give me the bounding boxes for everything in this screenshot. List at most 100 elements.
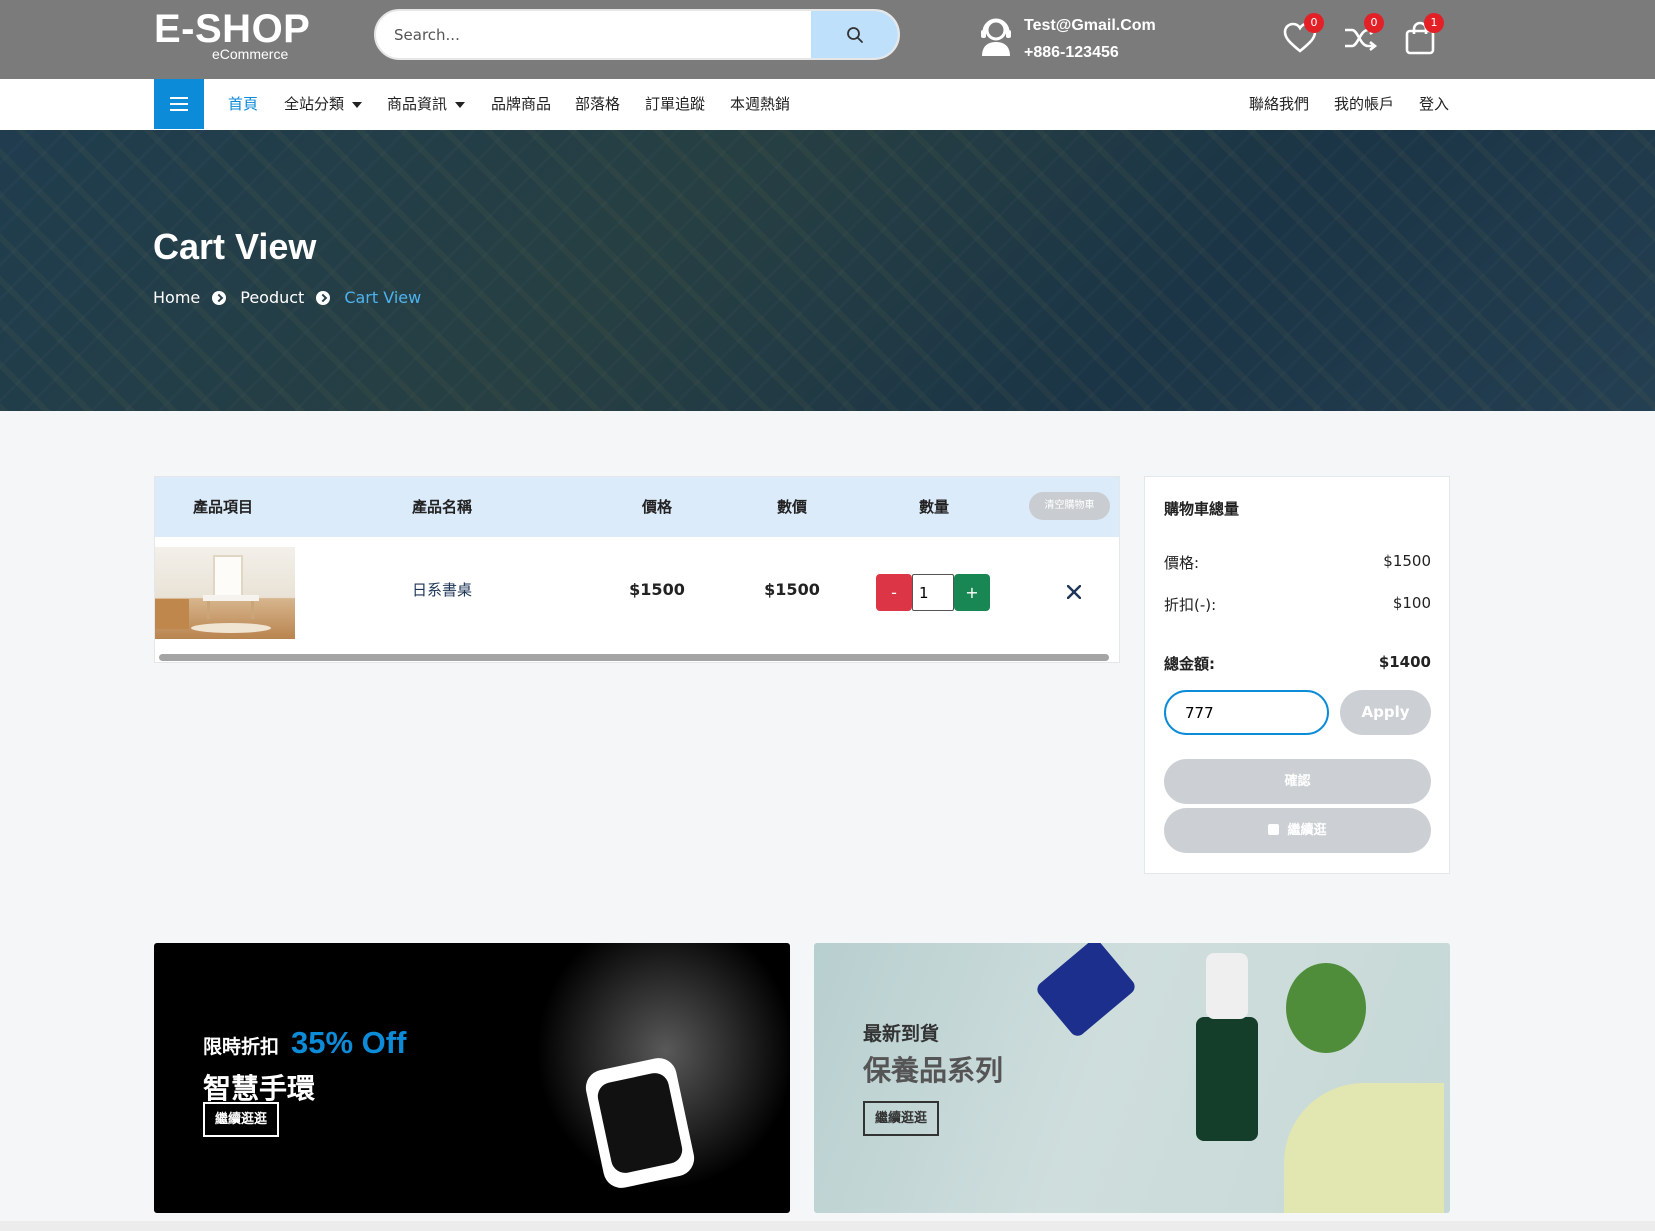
horizontal-scrollbar[interactable]: [159, 654, 1109, 661]
nav-weekly-bestsellers[interactable]: 本週熱銷: [730, 79, 790, 129]
chevron-down-icon: [455, 101, 466, 108]
breadcrumb-home[interactable]: Home: [153, 288, 200, 307]
summary-discount-label: 折扣(-):: [1164, 596, 1217, 614]
continue-shopping-button[interactable]: 繼續逛: [1164, 808, 1431, 853]
chevron-right-circle-icon: [316, 290, 331, 305]
cart-count-badge: 1: [1424, 13, 1444, 33]
breadcrumb-current: Cart View: [344, 288, 422, 307]
product-subtotal: $1500: [764, 580, 820, 599]
dropper-cap-image: [1206, 953, 1248, 1019]
nav-home[interactable]: 首頁: [228, 79, 258, 129]
hamburger-icon-line: [170, 109, 188, 111]
banner-shop-button[interactable]: 繼續逛逛: [203, 1102, 280, 1137]
banner-title: 智慧手環: [203, 1072, 316, 1105]
cart-summary: 購物車總量 價格: $1500 折扣(-): $100 總金額: $1400 A…: [1144, 476, 1450, 874]
blue-bottle-image: [1034, 943, 1138, 1039]
nav-contact-us[interactable]: 聯絡我們: [1249, 79, 1309, 129]
column-header: 數價: [776, 498, 808, 516]
search-bar: [374, 9, 900, 60]
hamburger-icon-line: [170, 97, 188, 99]
contact-text: Test@Gmail.Com +886-123456: [1024, 12, 1156, 66]
page-hero-banner: Cart View Home Peoduct Cart View: [0, 130, 1655, 411]
breadcrumb-product[interactable]: Peoduct: [240, 288, 304, 307]
chevron-right-circle-icon: [212, 290, 227, 305]
nav-blog[interactable]: 部落格: [575, 79, 620, 129]
quantity-decrease-button[interactable]: -: [876, 574, 912, 611]
wishlist-button[interactable]: 0: [1282, 13, 1324, 56]
headset-icon: [981, 18, 1011, 56]
breadcrumb: Home Peoduct Cart View: [153, 288, 421, 307]
top-header: E-SHOP eCommerce Test@Gmail.Com +886-123…: [0, 0, 1655, 79]
nav-order-tracking[interactable]: 訂單追蹤: [645, 79, 705, 129]
nav-login[interactable]: 登入: [1419, 79, 1449, 129]
summary-price-label: 價格:: [1164, 554, 1200, 572]
banner-shop-button[interactable]: 繼續逛逛: [863, 1101, 940, 1136]
search-input[interactable]: [376, 11, 816, 58]
logo-text: E-SHOP: [154, 7, 311, 51]
close-icon: [1067, 585, 1081, 599]
summary-price-value: $1500: [1383, 552, 1431, 570]
search-button[interactable]: [811, 11, 898, 58]
summary-discount-value: $100: [1392, 594, 1431, 612]
contact-email[interactable]: Test@Gmail.Com: [1024, 12, 1156, 39]
wishlist-count-badge: 0: [1304, 13, 1324, 33]
chevron-down-icon: [352, 101, 363, 108]
banner-discount: 35% Off: [291, 1025, 407, 1060]
menu-toggle-button[interactable]: [154, 79, 204, 129]
quantity-input[interactable]: [912, 574, 954, 611]
nav-product-info-label: 商品資訊: [387, 95, 448, 113]
contact-phone[interactable]: +886-123456: [1024, 39, 1156, 66]
nav-brands[interactable]: 品牌商品: [491, 79, 551, 129]
mint-leaves-image: [1286, 963, 1366, 1053]
logo-subtitle: eCommerce: [212, 46, 289, 62]
apply-coupon-button[interactable]: Apply: [1340, 690, 1431, 735]
summary-total-label: 總金額:: [1164, 655, 1215, 673]
banner-subtitle: 最新到貨: [863, 1023, 940, 1045]
cart-table-header: 產品項目 產品名稱 價格 數價 數量 清空購物車: [155, 477, 1119, 537]
compare-button[interactable]: 0: [1342, 13, 1384, 56]
cart-button[interactable]: 1: [1402, 13, 1444, 56]
product-name-link[interactable]: 日系書桌: [412, 537, 472, 643]
hero-overlay: [0, 130, 1655, 411]
product-image[interactable]: [155, 547, 295, 639]
clear-cart-button[interactable]: 清空購物車: [1029, 492, 1110, 520]
image-detail: [207, 601, 210, 619]
confirm-button[interactable]: 確認: [1164, 759, 1431, 804]
banner-title: 保養品系列: [863, 1054, 1004, 1087]
page-title: Cart View: [153, 226, 317, 267]
quantity-increase-button[interactable]: +: [954, 574, 990, 611]
search-icon: [846, 26, 863, 43]
nav-my-account[interactable]: 我的帳戶: [1334, 79, 1394, 129]
page-bottom-edge: [0, 1221, 1655, 1231]
promo-banner-skincare[interactable]: 最新到貨 保養品系列 繼續逛逛: [814, 943, 1450, 1213]
promo-banner-smartwatch[interactable]: 限時折扣 35% Off 智慧手環 繼續逛逛: [154, 943, 790, 1213]
shopping-bag-icon: [1268, 824, 1280, 835]
image-detail: [191, 623, 271, 633]
summary-total-value: $1400: [1378, 653, 1431, 671]
coupon-input[interactable]: [1164, 690, 1329, 735]
product-price: $1500: [629, 580, 685, 599]
watch-face: [595, 1070, 685, 1176]
remove-item-button[interactable]: [1059, 577, 1089, 607]
banner-small-text: 限時折扣: [203, 1036, 280, 1058]
green-bottle-image: [1196, 1017, 1258, 1141]
cart-table: 產品項目 產品名稱 價格 數價 數量 清空購物車 日系書桌 $1500 $150…: [154, 476, 1120, 663]
column-header: 價格: [641, 498, 673, 516]
compare-count-badge: 0: [1364, 13, 1384, 33]
continue-shopping-label: 繼續逛: [1287, 823, 1327, 838]
nav-all-categories[interactable]: 全站分類: [284, 79, 363, 129]
main-nav: 首頁 全站分類 商品資訊 品牌商品 部落格 訂單追蹤 本週熱銷 聯絡我們 我的帳…: [0, 79, 1655, 130]
column-header: 產品名稱: [411, 498, 473, 516]
hamburger-icon-line: [170, 103, 188, 105]
table-row: 日系書桌 $1500 $1500 - +: [155, 537, 1119, 639]
quantity-stepper: - +: [876, 574, 990, 611]
image-detail: [155, 599, 189, 629]
summary-title: 購物車總量: [1164, 500, 1240, 518]
lemon-slice-image: [1284, 1083, 1444, 1213]
image-detail: [213, 555, 243, 597]
logo[interactable]: E-SHOP eCommerce: [154, 7, 311, 62]
column-header: 數量: [918, 498, 950, 516]
nav-product-info[interactable]: 商品資訊: [387, 79, 466, 129]
image-detail: [251, 601, 254, 619]
column-header: 產品項目: [192, 498, 254, 516]
